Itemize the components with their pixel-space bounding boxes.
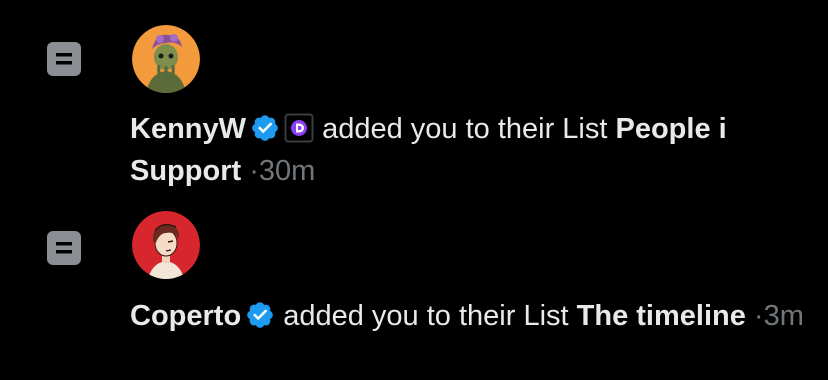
user-name[interactable]: Coperto (130, 300, 241, 332)
affiliate-badge-icon[interactable] (284, 113, 314, 143)
notification-item[interactable]: Coperto added you to their List The time… (0, 190, 828, 380)
list-icon (46, 41, 82, 77)
list-name-link[interactable]: The timeline (577, 300, 746, 332)
avatar[interactable] (132, 211, 200, 279)
verified-badge-icon (245, 300, 275, 330)
list-icon (46, 230, 82, 266)
action-text: added you to their List (322, 113, 608, 145)
separator-dot: · (753, 300, 764, 332)
user-name[interactable]: KennyW (130, 113, 246, 145)
notification-text: KennyW added you to their List People i … (130, 108, 810, 192)
timestamp[interactable]: 3m (764, 300, 804, 332)
timestamp[interactable]: 30m (259, 155, 315, 187)
notification-text: Coperto added you to their List The time… (130, 295, 810, 337)
action-text: added you to their List (283, 300, 569, 332)
verified-badge-icon (250, 113, 280, 143)
avatar[interactable] (132, 25, 200, 93)
separator-dot: · (249, 155, 259, 187)
notification-item[interactable]: KennyW added you to their List People i … (0, 0, 828, 190)
